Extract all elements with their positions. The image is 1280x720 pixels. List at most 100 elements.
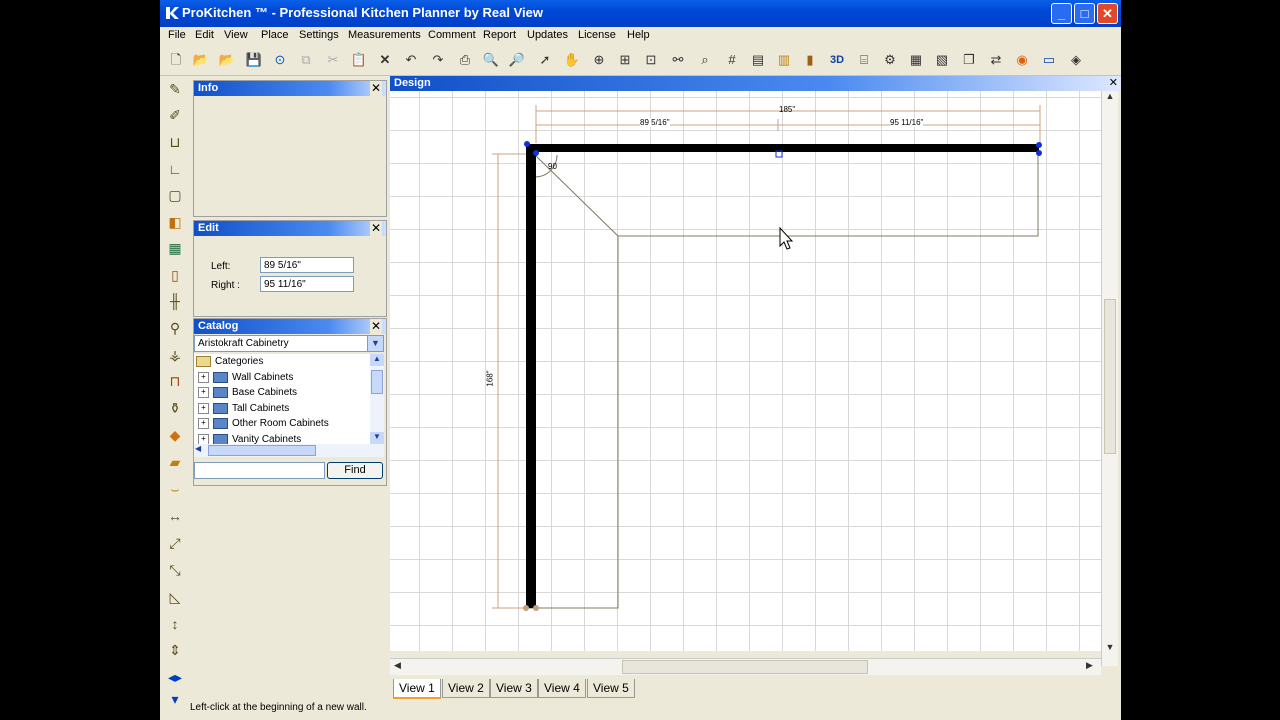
delete-icon[interactable]: ✕: [376, 51, 394, 69]
tab-view-1[interactable]: View 1: [393, 679, 441, 699]
catalog-search-input[interactable]: [194, 462, 325, 479]
catalog-close-icon[interactable]: ✕: [370, 319, 382, 334]
left-field[interactable]: 89 5/16": [260, 257, 354, 273]
zoom-in-icon[interactable]: ⊕: [590, 51, 608, 69]
cabinet-tool-icon[interactable]: ▯: [166, 266, 184, 284]
tree-item-base-cabinets[interactable]: + Base Cabinets: [198, 385, 297, 400]
wall-endpoint-handle[interactable]: [524, 141, 530, 147]
l-shape-room-icon[interactable]: ∟: [166, 160, 184, 178]
menu-updates[interactable]: Updates: [527, 29, 568, 41]
3d-view-icon[interactable]: 3D: [828, 51, 846, 69]
grid-icon[interactable]: #: [723, 51, 741, 69]
copy-pages-icon[interactable]: ❐: [960, 51, 978, 69]
dimension-diagonal-icon[interactable]: ⤡: [166, 561, 184, 579]
layers-icon[interactable]: ◈: [1067, 51, 1085, 69]
wall-left[interactable]: [526, 144, 536, 608]
table-icon[interactable]: ⊓: [166, 372, 184, 390]
zoom-fit-icon[interactable]: ⊡: [642, 51, 660, 69]
catalog-book-icon[interactable]: ▤: [749, 51, 767, 69]
open-folder-icon[interactable]: 📂: [192, 51, 210, 69]
tree-item-vanity-cabinets[interactable]: + Vanity Cabinets: [198, 432, 301, 444]
menu-view[interactable]: View: [224, 29, 248, 41]
tab-view-5[interactable]: View 5: [587, 679, 635, 698]
door-tool-icon[interactable]: ◧: [166, 213, 184, 231]
catalog-vscroll[interactable]: ▲ ▼: [370, 354, 384, 444]
scroll-left-icon[interactable]: ◀: [394, 660, 401, 671]
render-icon[interactable]: ⚙: [881, 51, 899, 69]
window-tool-icon[interactable]: ▦: [166, 239, 184, 257]
design-hscroll[interactable]: ◀ ▶: [390, 658, 1101, 675]
design-vscroll-thumb[interactable]: [1104, 299, 1116, 454]
molding-icon[interactable]: ⌣: [166, 480, 184, 498]
elevation-icon[interactable]: ⌸: [855, 51, 873, 69]
tab-view-3[interactable]: View 3: [490, 679, 538, 698]
chevron-down-icon[interactable]: ▼: [367, 336, 383, 351]
wall-endpoint-handle[interactable]: [533, 150, 539, 156]
zoom-window-icon[interactable]: ⊞: [616, 51, 634, 69]
print-icon[interactable]: ⎙: [456, 51, 474, 69]
catalog-vscroll-thumb[interactable]: [371, 370, 383, 394]
expand-icon[interactable]: +: [198, 402, 209, 414]
print-setup-icon[interactable]: 🔎: [508, 51, 526, 69]
find-button[interactable]: Find: [327, 462, 383, 479]
copy-icon[interactable]: ⧉: [297, 51, 315, 69]
menu-edit[interactable]: Edit: [195, 29, 214, 41]
save-icon[interactable]: 💾: [245, 51, 263, 69]
u-shape-room-icon[interactable]: ⊔: [166, 133, 184, 151]
wall-endpoint-handle[interactable]: [533, 605, 539, 611]
report-icon[interactable]: ▦: [907, 51, 925, 69]
tree-item-tall-cabinets[interactable]: + Tall Cabinets: [198, 401, 289, 416]
menu-place[interactable]: Place: [261, 29, 289, 41]
design-canvas[interactable]: 185" 89 5/16" 95 11/16" 168" 90: [390, 91, 1101, 651]
tree-root[interactable]: Categories: [196, 354, 263, 369]
dimension-horizontal-icon[interactable]: ↔: [166, 507, 184, 525]
cabinet-icon[interactable]: ▥: [775, 51, 793, 69]
maximize-button[interactable]: □: [1074, 3, 1095, 24]
paste-icon[interactable]: 📋: [350, 51, 368, 69]
info-close-icon[interactable]: ✕: [370, 81, 382, 96]
scroll-right-icon[interactable]: ▶: [1086, 660, 1093, 671]
dimension-angled-icon[interactable]: ⤢: [166, 534, 184, 552]
column-tool-icon[interactable]: ╫: [166, 292, 184, 310]
tab-view-2[interactable]: View 2: [442, 679, 490, 698]
light-fixture-icon[interactable]: ⚶: [166, 346, 184, 364]
design-hscroll-thumb[interactable]: [622, 660, 868, 674]
height-marker-icon[interactable]: ⇕: [166, 641, 184, 659]
right-field[interactable]: 95 11/16": [260, 276, 354, 292]
share-icon[interactable]: ⇄: [987, 51, 1005, 69]
minimize-button[interactable]: _: [1051, 3, 1072, 24]
expand-icon[interactable]: +: [198, 433, 209, 444]
scroll-left-right-icon[interactable]: ◂▸: [166, 668, 184, 686]
tab-view-4[interactable]: View 4: [538, 679, 586, 698]
find-replace-icon[interactable]: ⌕: [696, 51, 714, 69]
pan-hand-icon[interactable]: ✋: [563, 51, 581, 69]
edit-close-icon[interactable]: ✕: [370, 221, 382, 236]
scroll-down-icon[interactable]: ▼: [370, 432, 384, 444]
scroll-left-icon[interactable]: ◀: [195, 444, 201, 453]
screen-icon[interactable]: ▭: [1040, 51, 1058, 69]
saveas-icon[interactable]: ⊙: [271, 51, 289, 69]
design-close-icon[interactable]: ✕: [1109, 76, 1118, 91]
expand-icon[interactable]: +: [198, 386, 209, 398]
expand-icon[interactable]: +: [198, 371, 209, 383]
open-project-icon[interactable]: 📂: [218, 51, 236, 69]
menu-file[interactable]: File: [168, 29, 186, 41]
wall-endpoint-handle[interactable]: [1036, 142, 1042, 148]
menu-report[interactable]: Report: [483, 29, 516, 41]
box-icon[interactable]: ◆: [166, 426, 184, 444]
scroll-up-icon[interactable]: ▲: [370, 354, 384, 366]
pencil-edit-icon[interactable]: ✐: [166, 106, 184, 124]
scroll-down-icon[interactable]: ▾: [166, 690, 184, 708]
redo-icon[interactable]: ↷: [429, 51, 447, 69]
wall-endpoint-handle[interactable]: [523, 605, 529, 611]
menu-help[interactable]: Help: [627, 29, 650, 41]
web-icon[interactable]: ◉: [1013, 51, 1031, 69]
pencil-icon[interactable]: ✎: [166, 80, 184, 98]
print-preview-icon[interactable]: 🔍: [482, 51, 500, 69]
tree-item-other-room-cabinets[interactable]: + Other Room Cabinets: [198, 416, 329, 431]
tree-item-wall-cabinets[interactable]: + Wall Cabinets: [198, 370, 293, 385]
undo-icon[interactable]: ↶: [402, 51, 420, 69]
menu-license[interactable]: License: [578, 29, 616, 41]
scroll-down-icon[interactable]: ▼: [1102, 642, 1118, 656]
menu-measurements[interactable]: Measurements: [348, 29, 421, 41]
